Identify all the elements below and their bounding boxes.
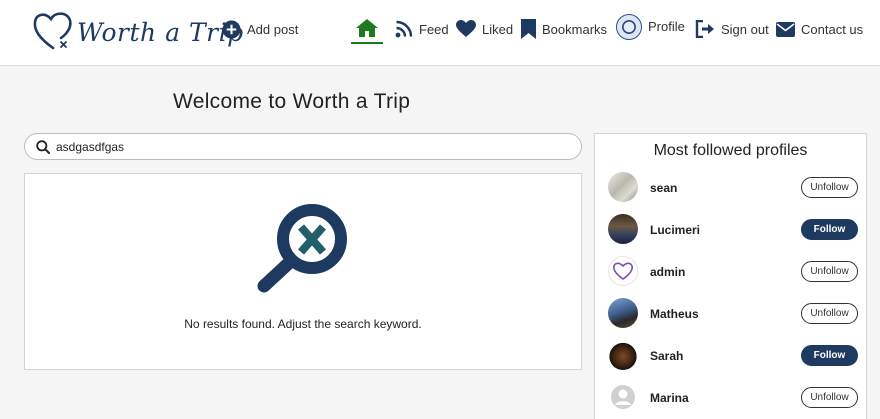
profile-row: sean Unfollow xyxy=(607,172,859,204)
default-user-icon xyxy=(611,385,635,409)
nav-profile[interactable]: Profile xyxy=(616,13,685,40)
nav-liked-label: Liked xyxy=(482,21,514,37)
unfollow-button[interactable]: Unfollow xyxy=(801,177,858,198)
nav-sign-out[interactable]: Sign out xyxy=(695,18,769,40)
heart-logo-icon xyxy=(33,12,72,50)
follow-button[interactable]: Follow xyxy=(801,219,858,240)
search-bar[interactable] xyxy=(24,133,582,160)
profile-name[interactable]: Marina xyxy=(650,391,689,405)
profile-name[interactable]: Matheus xyxy=(650,307,699,321)
no-results-message: No results found. Adjust the search keyw… xyxy=(184,317,422,331)
heart-logo-icon xyxy=(613,262,633,280)
navbar: Worth a Trip Add post Feed Liked Bookmar… xyxy=(0,0,880,66)
unfollow-button[interactable]: Unfollow xyxy=(801,303,858,324)
profile-row: Lucimeri Follow xyxy=(607,214,859,246)
nav-bookmarks-label: Bookmarks xyxy=(542,21,608,37)
avatar[interactable] xyxy=(608,256,638,286)
profile-name[interactable]: admin xyxy=(650,265,685,279)
panel-title: Most followed profiles xyxy=(653,142,808,159)
page-title: Welcome to Worth a Trip xyxy=(173,90,411,113)
profile-row: Sarah Follow xyxy=(607,340,859,372)
unfollow-button[interactable]: Unfollow xyxy=(801,387,858,408)
profile-row: Matheus Unfollow xyxy=(607,298,859,330)
results-panel: No results found. Adjust the search keyw… xyxy=(24,173,582,370)
profile-row: Marina Unfollow xyxy=(607,382,859,414)
avatar[interactable] xyxy=(608,214,638,244)
no-results-magnifier-icon xyxy=(257,204,347,293)
nav-home[interactable] xyxy=(351,14,383,44)
profile-name[interactable]: Sarah xyxy=(650,349,683,363)
nav-bookmarks[interactable]: Bookmarks xyxy=(521,18,607,40)
nav-contact-label: Contact us xyxy=(801,21,864,37)
profile-name[interactable]: Lucimeri xyxy=(650,223,700,237)
nav-add-post[interactable]: Add post xyxy=(222,18,298,40)
brand-logo[interactable]: Worth a Trip xyxy=(31,6,243,54)
nav-liked[interactable]: Liked xyxy=(456,18,513,40)
nav-sign-out-label: Sign out xyxy=(721,21,769,37)
heart-icon xyxy=(456,20,476,37)
nav-feed-label: Feed xyxy=(419,21,449,37)
profile-row: admin Unfollow xyxy=(607,256,859,288)
unfollow-button[interactable]: Unfollow xyxy=(801,261,858,282)
nav-add-post-label: Add post xyxy=(247,21,299,37)
profile-name[interactable]: sean xyxy=(650,181,677,195)
nav-profile-label: Profile xyxy=(648,19,685,34)
avatar[interactable] xyxy=(608,340,638,370)
search-icon xyxy=(36,139,50,154)
search-input[interactable] xyxy=(56,139,556,154)
rss-icon xyxy=(395,20,413,38)
avatar[interactable] xyxy=(608,382,638,412)
profile-avatar xyxy=(616,13,642,40)
brand-name: Worth a Trip xyxy=(77,18,244,47)
bookmark-icon xyxy=(521,19,536,39)
avatar[interactable] xyxy=(608,172,638,202)
most-followed-panel: Most followed profiles sean Unfollow Luc… xyxy=(594,133,867,419)
envelope-icon xyxy=(776,21,795,37)
plus-circle-icon xyxy=(222,19,241,39)
avatar[interactable] xyxy=(608,298,638,328)
follow-button[interactable]: Follow xyxy=(801,345,858,366)
nav-contact[interactable]: Contact us xyxy=(776,18,863,40)
nav-feed[interactable]: Feed xyxy=(395,18,449,40)
home-icon xyxy=(356,19,378,37)
sign-out-icon xyxy=(695,20,714,38)
